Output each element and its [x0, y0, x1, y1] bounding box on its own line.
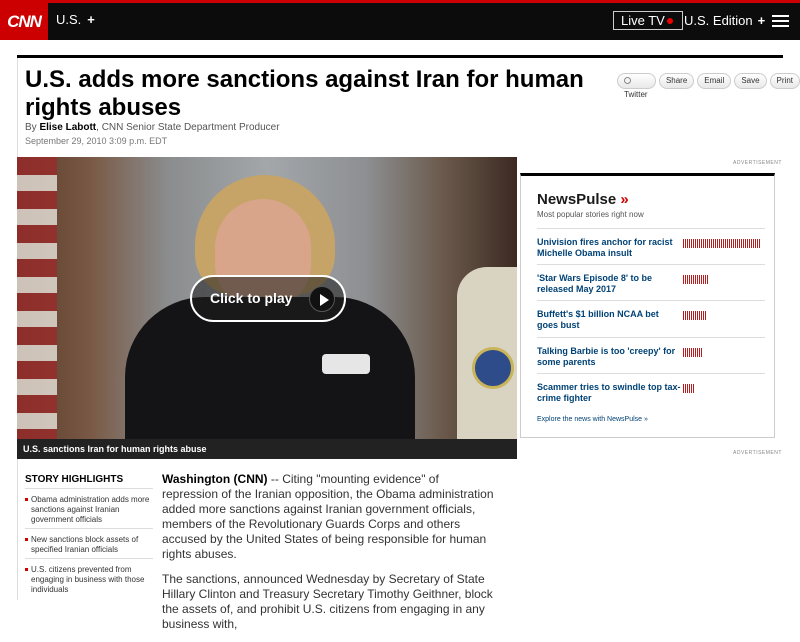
- live-tv-button[interactable]: Live TV: [613, 11, 683, 30]
- story-link[interactable]: Univision fires anchor for racist Michel…: [537, 237, 682, 259]
- explore-newspulse-link[interactable]: Explore the news with NewsPulse »: [537, 416, 648, 423]
- publish-date: September 29, 2010 3:09 p.m. EDT: [25, 136, 168, 146]
- nav-section-us[interactable]: U.S. +: [56, 12, 95, 27]
- advertisement-label: ADVERTISEMENT: [733, 160, 782, 166]
- list-item[interactable]: Scammer tries to swindle top tax-crime f…: [537, 373, 765, 410]
- author-title: , CNN Senior State Department Producer: [96, 122, 280, 133]
- video-caption: U.S. sanctions Iran for human rights abu…: [17, 439, 517, 459]
- highlight-text: U.S. citizens prevented from engaging in…: [25, 565, 153, 595]
- share-button[interactable]: Share: [658, 73, 695, 89]
- popularity-bar: [683, 384, 695, 393]
- save-button[interactable]: Save: [734, 73, 767, 89]
- brooch-image: [322, 354, 370, 374]
- edition-label: U.S. Edition: [684, 13, 753, 28]
- video-player[interactable]: Click to play U.S. sanctions Iran for hu…: [17, 157, 517, 459]
- list-item[interactable]: 'Star Wars Episode 8' to be released May…: [537, 264, 765, 301]
- print-button[interactable]: Print: [769, 73, 800, 89]
- story-highlights-list: Obama administration adds more sanctions…: [25, 488, 153, 598]
- story-link[interactable]: Scammer tries to swindle top tax-crime f…: [537, 382, 682, 404]
- state-dept-seal-image: [472, 347, 514, 389]
- list-item[interactable]: Buffett's $1 billion NCAA bet goes bust: [537, 300, 765, 337]
- popularity-bar: [683, 239, 761, 248]
- newspulse-widget: NewsPulse » Most popular stories right n…: [520, 173, 775, 438]
- highlight-text: Obama administration adds more sanctions…: [25, 495, 153, 525]
- live-dot-icon: [667, 18, 673, 24]
- share-toolbar: Twitter Share Email Save Print: [617, 73, 800, 99]
- twitter-icon: [624, 77, 631, 84]
- byline: By Elise Labott, CNN Senior State Depart…: [25, 122, 280, 133]
- us-flag-image: [17, 157, 57, 439]
- list-item: New sanctions block assets of specified …: [25, 528, 153, 558]
- email-button[interactable]: Email: [697, 73, 732, 89]
- article-headline: U.S. adds more sanctions against Iran fo…: [25, 66, 584, 121]
- play-icon: [309, 286, 335, 312]
- plus-icon: +: [87, 12, 95, 27]
- logo-text: CNN: [7, 11, 42, 31]
- author-link[interactable]: Elise Labott: [39, 122, 96, 133]
- story-highlights-title: STORY HIGHLIGHTS: [25, 474, 124, 485]
- list-item[interactable]: Talking Barbie is too 'creepy' for some …: [537, 337, 765, 374]
- popularity-bar: [683, 311, 706, 320]
- story-link[interactable]: 'Star Wars Episode 8' to be released May…: [537, 273, 682, 295]
- plus-icon: +: [757, 13, 766, 28]
- dateline: Washington (CNN): [162, 472, 268, 486]
- newspulse-title-text: NewsPulse: [537, 191, 617, 208]
- chevron-right-icon: »: [620, 191, 629, 208]
- article-body: Washington (CNN) -- Citing "mounting evi…: [162, 472, 494, 642]
- list-item[interactable]: Univision fires anchor for racist Michel…: [537, 228, 765, 265]
- list-item: U.S. citizens prevented from engaging in…: [25, 558, 153, 598]
- click-to-play-button[interactable]: Click to play: [190, 275, 346, 322]
- top-nav-bar: CNN U.S. + Live TV U.S. Edition +: [0, 0, 800, 40]
- popularity-bar: [683, 348, 702, 357]
- highlight-text: New sanctions block assets of specified …: [25, 535, 153, 555]
- twitter-label: Twitter: [624, 90, 648, 99]
- live-tv-label: Live TV: [621, 13, 665, 28]
- edition-selector[interactable]: U.S. Edition +: [684, 13, 765, 28]
- divider: [17, 55, 783, 58]
- story-link[interactable]: Buffett's $1 billion NCAA bet goes bust: [537, 309, 682, 331]
- cnn-logo[interactable]: CNN: [0, 3, 48, 40]
- newspulse-title[interactable]: NewsPulse »: [537, 191, 629, 208]
- hamburger-menu-icon[interactable]: [772, 15, 789, 28]
- list-item: Obama administration adds more sanctions…: [25, 488, 153, 528]
- twitter-button[interactable]: Twitter: [617, 73, 656, 99]
- nav-section-label: U.S.: [56, 12, 82, 27]
- advertisement-label: ADVERTISEMENT: [733, 450, 782, 456]
- play-label: Click to play: [210, 290, 293, 306]
- popularity-bar: [683, 275, 708, 284]
- byline-prefix: By: [25, 122, 37, 133]
- paragraph: The sanctions, announced Wednesday by Se…: [162, 572, 493, 631]
- newspulse-subtitle: Most popular stories right now: [537, 210, 644, 219]
- story-link[interactable]: Talking Barbie is too 'creepy' for some …: [537, 346, 682, 368]
- paragraph: Washington (CNN) -- Citing "mounting evi…: [162, 472, 494, 562]
